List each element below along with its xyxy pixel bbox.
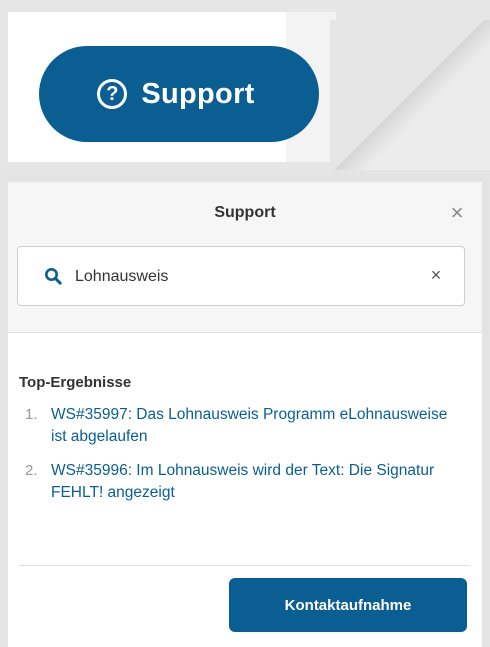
- results-list: 1. WS#35997: Das Lohnausweis Programm eL…: [25, 404, 465, 516]
- results-heading: Top-Ergebnisse: [19, 374, 132, 391]
- contact-button[interactable]: Kontaktaufnahme: [229, 578, 467, 632]
- page-fold-corner: [330, 20, 490, 170]
- close-icon[interactable]: ×: [446, 202, 468, 224]
- question-circle-icon: ?: [97, 79, 128, 109]
- support-launcher-button[interactable]: ? Support: [39, 46, 319, 142]
- search-input[interactable]: [73, 259, 417, 295]
- panel-title: Support: [214, 204, 276, 221]
- support-panel-header: Support × ×: [8, 182, 482, 333]
- result-item: 1. WS#35997: Das Lohnausweis Programm eL…: [25, 404, 465, 448]
- support-panel: Support × × Top-Ergebnisse 1. WS#35997: …: [0, 170, 490, 647]
- divider: [19, 565, 471, 566]
- result-number: 1.: [25, 406, 38, 423]
- result-link[interactable]: WS#35997: Das Lohnausweis Programm eLohn…: [51, 404, 465, 448]
- support-launcher-label: Support: [141, 77, 255, 110]
- result-link[interactable]: WS#35996: Im Lohnausweis wird der Text: …: [51, 460, 465, 504]
- search-box[interactable]: ×: [17, 246, 465, 306]
- result-number: 2.: [25, 462, 38, 479]
- clear-icon[interactable]: ×: [426, 265, 446, 285]
- result-item: 2. WS#35996: Im Lohnausweis wird der Tex…: [25, 460, 465, 504]
- support-panel-body: Support × × Top-Ergebnisse 1. WS#35997: …: [8, 182, 482, 647]
- top-area: ? Support: [0, 0, 490, 170]
- search-icon: [45, 268, 62, 285]
